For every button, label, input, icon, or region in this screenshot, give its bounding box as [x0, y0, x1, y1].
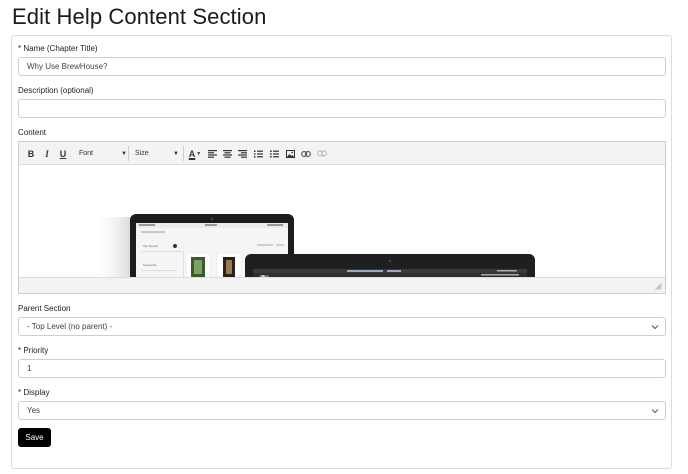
tablet-back-text: Tap Search: [143, 244, 159, 248]
chevron-down-icon: [651, 325, 659, 330]
size-dropdown[interactable]: Size ▼: [131, 147, 181, 160]
chevron-down-icon: ▼: [196, 150, 202, 157]
display-select[interactable]: Yes: [18, 401, 666, 420]
ordered-list-icon: [253, 150, 263, 158]
priority-input-value: 1: [27, 364, 32, 373]
name-input-value: Why Use BrewHouse?: [27, 62, 108, 71]
editor-statusbar: [19, 277, 665, 293]
unlink-icon: [317, 150, 327, 157]
font-dropdown[interactable]: Font ▼: [75, 147, 129, 160]
link-icon: [301, 150, 311, 157]
parent-section-select[interactable]: - Top Level (no parent) -: [18, 317, 666, 336]
resize-handle-icon[interactable]: [655, 283, 662, 290]
bullet-list-button[interactable]: [268, 147, 280, 160]
description-input[interactable]: [18, 99, 666, 118]
size-dropdown-label: Size: [135, 150, 149, 157]
tablet-keyword-text: Keywords: [143, 263, 157, 267]
font-dropdown-label: Font: [79, 150, 94, 157]
italic-button[interactable]: I: [41, 147, 53, 160]
align-left-button[interactable]: [206, 147, 218, 160]
save-button[interactable]: Save: [18, 428, 51, 447]
align-center-button[interactable]: [221, 147, 233, 160]
page-title: Edit Help Content Section: [12, 4, 267, 29]
align-left-icon: [207, 149, 217, 158]
text-color-icon: A: [188, 148, 196, 159]
text-color-button[interactable]: A ▼: [186, 147, 204, 160]
toolbar-divider: [183, 146, 184, 161]
bold-button[interactable]: B: [25, 147, 37, 160]
bullet-list-icon: [269, 149, 279, 158]
align-right-button[interactable]: [236, 147, 248, 160]
chevron-down-icon: [651, 409, 659, 414]
display-value: Yes: [27, 406, 41, 415]
priority-label: * Priority: [18, 346, 49, 355]
priority-input[interactable]: 1: [18, 359, 666, 378]
devices-image: Tap Search Keywords: [91, 214, 535, 278]
description-label: Description (optional): [18, 86, 94, 95]
image-button[interactable]: [284, 147, 296, 160]
align-right-icon: [237, 149, 247, 158]
underline-button[interactable]: U: [57, 147, 69, 160]
parent-section-value: - Top Level (no parent) -: [27, 322, 113, 331]
editor-content-area[interactable]: Tap Search Keywords: [19, 165, 665, 278]
display-label: * Display: [18, 388, 50, 397]
link-button[interactable]: [300, 147, 312, 160]
content-editor: B I U Font ▼ Size ▼ A ▼ Tap Search Keywo…: [18, 141, 666, 294]
chevron-down-icon: ▼: [173, 150, 179, 157]
image-icon: [285, 149, 295, 158]
name-input[interactable]: Why Use BrewHouse?: [18, 57, 666, 76]
name-label: * Name (Chapter Title): [18, 44, 98, 53]
ordered-list-button[interactable]: [252, 147, 264, 160]
unlink-button[interactable]: [316, 147, 328, 160]
editor-toolbar: B I U Font ▼ Size ▼ A ▼: [19, 142, 665, 165]
toolbar-divider: [128, 146, 129, 161]
content-label: Content: [18, 128, 47, 137]
parent-section-label: Parent Section: [18, 304, 71, 313]
chevron-down-icon: ▼: [121, 150, 127, 157]
align-center-icon: [222, 149, 232, 158]
